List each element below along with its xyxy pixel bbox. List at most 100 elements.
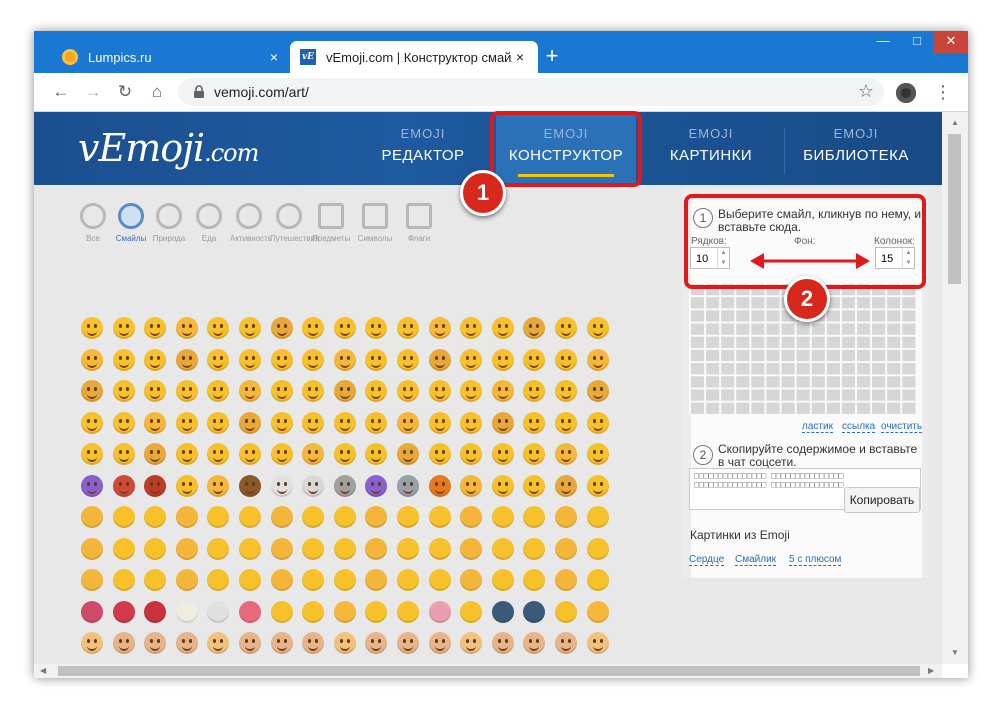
emoji-item[interactable]	[270, 569, 293, 591]
emoji-item[interactable]	[144, 411, 167, 434]
emoji-item[interactable]	[207, 443, 230, 465]
emoji-item[interactable]	[175, 380, 198, 402]
emoji-item[interactable]	[239, 443, 261, 465]
emoji-item[interactable]	[302, 411, 325, 434]
emoji-item[interactable]	[302, 443, 325, 465]
tab-vemoji[interactable]: vE vEmoji.com | Конструктор смайл ×	[290, 41, 538, 73]
emoji-item[interactable]	[207, 600, 230, 623]
emoji-item[interactable]	[460, 317, 483, 339]
emoji-item[interactable]	[333, 380, 356, 402]
emoji-item[interactable]	[523, 348, 546, 371]
emoji-item[interactable]	[333, 506, 356, 528]
emoji-item[interactable]	[555, 632, 577, 654]
emoji-item[interactable]	[586, 537, 609, 560]
emoji-item[interactable]	[491, 474, 514, 497]
emoji-item[interactable]	[428, 348, 451, 371]
emoji-item[interactable]	[460, 632, 483, 654]
emoji-item[interactable]	[555, 537, 577, 560]
bookmark-star-icon[interactable]: ☆	[858, 81, 874, 102]
emoji-item[interactable]	[555, 474, 577, 497]
emoji-item[interactable]	[175, 632, 198, 654]
emoji-item[interactable]	[586, 317, 609, 339]
emoji-item[interactable]	[397, 474, 419, 497]
emoji-item[interactable]	[523, 317, 546, 339]
emoji-item[interactable]	[397, 569, 419, 591]
emoji-item[interactable]	[586, 348, 609, 371]
emoji-item[interactable]	[428, 380, 451, 402]
emoji-item[interactable]	[333, 600, 356, 623]
emoji-item[interactable]	[460, 600, 483, 623]
emoji-item[interactable]	[81, 632, 103, 654]
link-link[interactable]: ссылка	[842, 421, 876, 433]
emoji-item[interactable]	[523, 632, 546, 654]
emoji-item[interactable]	[491, 632, 514, 654]
emoji-item[interactable]	[144, 506, 167, 528]
emoji-item[interactable]	[239, 537, 261, 560]
emoji-item[interactable]	[365, 317, 388, 339]
emoji-item[interactable]	[460, 506, 483, 528]
emoji-item[interactable]	[270, 632, 293, 654]
emoji-item[interactable]	[270, 411, 293, 434]
emoji-item[interactable]	[144, 443, 167, 465]
emoji-item[interactable]	[175, 569, 198, 591]
emoji-item[interactable]	[428, 317, 451, 339]
emoji-item[interactable]	[112, 632, 135, 654]
emoji-item[interactable]	[491, 506, 514, 528]
eraser-link[interactable]: ластик	[802, 421, 833, 433]
emoji-item[interactable]	[207, 317, 230, 339]
minimize-button[interactable]: —	[866, 31, 900, 53]
emoji-item[interactable]	[555, 506, 577, 528]
emoji-item[interactable]	[365, 411, 388, 434]
emoji-item[interactable]	[207, 474, 230, 497]
emoji-item[interactable]	[270, 380, 293, 402]
clear-link[interactable]: очистить	[881, 421, 923, 433]
emoji-item[interactable]	[365, 474, 388, 497]
emoji-item[interactable]	[239, 506, 261, 528]
close-tab-icon[interactable]: ×	[266, 49, 282, 65]
emoji-item[interactable]	[397, 632, 419, 654]
emoji-item[interactable]	[428, 537, 451, 560]
category-4[interactable]: Активность	[230, 203, 272, 243]
new-tab-button[interactable]: +	[540, 45, 564, 69]
emoji-item[interactable]	[491, 537, 514, 560]
home-icon[interactable]: ⌂	[144, 79, 170, 105]
emoji-item[interactable]	[586, 569, 609, 591]
emoji-item[interactable]	[144, 474, 167, 497]
emoji-item[interactable]	[586, 600, 609, 623]
emoji-item[interactable]	[428, 600, 451, 623]
emoji-item[interactable]	[112, 380, 135, 402]
category-6[interactable]: Предметы	[312, 203, 350, 243]
emoji-item[interactable]	[175, 443, 198, 465]
emoji-item[interactable]	[460, 411, 483, 434]
emoji-item[interactable]	[586, 443, 609, 465]
emoji-item[interactable]	[460, 380, 483, 402]
emoji-item[interactable]	[397, 506, 419, 528]
emoji-item[interactable]	[112, 600, 135, 623]
emoji-item[interactable]	[460, 348, 483, 371]
category-7[interactable]: Символы	[356, 203, 394, 243]
emoji-item[interactable]	[239, 348, 261, 371]
emoji-item[interactable]	[302, 317, 325, 339]
emoji-item[interactable]	[523, 474, 546, 497]
scroll-thumb[interactable]	[58, 666, 920, 676]
emoji-item[interactable]	[460, 537, 483, 560]
emoji-item[interactable]	[112, 506, 135, 528]
emoji-item[interactable]	[333, 443, 356, 465]
emoji-item[interactable]	[175, 317, 198, 339]
emoji-item[interactable]	[81, 348, 103, 371]
emoji-item[interactable]	[302, 348, 325, 371]
emoji-item[interactable]	[586, 506, 609, 528]
emoji-item[interactable]	[491, 348, 514, 371]
smiley-link[interactable]: Смайлик	[735, 554, 777, 566]
emoji-item[interactable]	[207, 537, 230, 560]
category-1[interactable]: Смайлы	[112, 203, 150, 243]
five-plus-link[interactable]: 5 с плюсом	[789, 554, 842, 566]
emoji-item[interactable]	[175, 600, 198, 623]
emoji-item[interactable]	[365, 600, 388, 623]
emoji-item[interactable]	[523, 411, 546, 434]
emoji-item[interactable]	[397, 411, 419, 434]
emoji-item[interactable]	[112, 569, 135, 591]
emoji-item[interactable]	[491, 443, 514, 465]
nav-editor[interactable]: EMOJI РЕДАКТОР	[368, 112, 478, 185]
emoji-item[interactable]	[270, 348, 293, 371]
